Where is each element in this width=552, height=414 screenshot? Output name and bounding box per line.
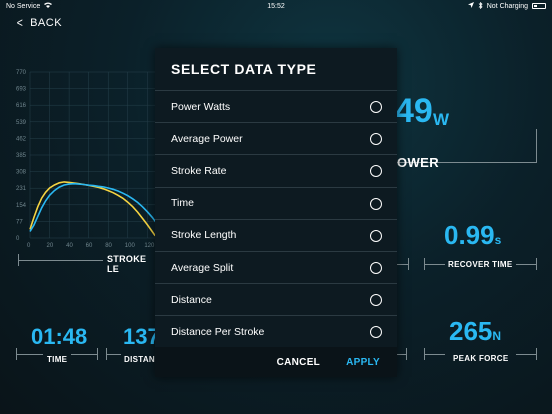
y-tick-label: 539 [16, 120, 27, 126]
divider-line [19, 260, 103, 261]
option-average-power[interactable]: Average Power [155, 122, 397, 154]
distance-label: DISTAN [124, 355, 155, 364]
dialog-title: SELECT DATA TYPE [171, 61, 317, 77]
charging-status: Not Charging [486, 2, 528, 10]
y-tick-label: 693 [16, 87, 27, 93]
battery-icon [532, 3, 546, 9]
power-label: OWER [397, 155, 440, 170]
peak-force-value-wrap: 265N [449, 316, 501, 347]
series-line-1 [29, 181, 156, 237]
back-label: BACK [30, 16, 63, 29]
x-tick-label: 100 [125, 243, 136, 249]
option-label: Distance [171, 293, 212, 306]
carrier-label: No Service [6, 2, 41, 10]
x-tick-label: 0 [27, 243, 31, 249]
status-bar: No Service 15:52 Not Charging [0, 0, 552, 12]
time-value: 01:48 [31, 324, 88, 349]
stroke-chart: 0 77 154 231 308 385 462 539 616 693 770 0 20 40 60 80 1… [14, 62, 164, 262]
recover-time-unit: s [494, 233, 502, 247]
y-tick-label: 616 [16, 103, 27, 109]
option-label: Average Split [171, 261, 234, 274]
frame-line-right [397, 264, 409, 265]
option-label: Time [171, 197, 194, 210]
chevron-left-icon: < [16, 15, 24, 30]
data-type-options: Power Watts Average Power Stroke Rate Ti… [155, 90, 397, 347]
frame-line-left [425, 264, 445, 265]
radio-button[interactable] [370, 197, 382, 210]
frame-line-right [516, 264, 536, 265]
time-label: TIME [47, 355, 68, 364]
x-tick-label: 80 [105, 243, 112, 249]
option-label: Power Watts [171, 100, 231, 113]
apply-button[interactable]: APPLY [346, 357, 380, 368]
peak-force-unit: N [492, 329, 502, 343]
option-distance[interactable]: Distance [155, 283, 397, 315]
recover-time-value-wrap: 0.99s [444, 220, 501, 251]
frame-line-left [17, 354, 43, 355]
radio-button[interactable] [370, 326, 382, 339]
option-time[interactable]: Time [155, 186, 397, 219]
y-tick-label: 77 [16, 219, 23, 225]
frame-line-right [516, 354, 536, 355]
recover-time-label: RECOVER TIME [448, 260, 513, 269]
recover-time-value: 0.99 [444, 220, 495, 250]
option-power-watts[interactable]: Power Watts [155, 90, 397, 122]
y-tick-label: 154 [16, 203, 27, 209]
option-average-split[interactable]: Average Split [155, 250, 397, 283]
option-distance-per-stroke[interactable]: Distance Per Stroke [155, 315, 397, 347]
radio-button[interactable] [370, 165, 382, 178]
x-tick-label: 120 [144, 243, 155, 249]
back-button[interactable]: < BACK [16, 16, 62, 29]
option-label: Average Power [171, 132, 243, 145]
power-value: 49 [395, 92, 433, 130]
x-tick-label: 60 [86, 243, 93, 249]
radio-button[interactable] [370, 101, 382, 113]
frame-line-left [425, 354, 445, 355]
stroke-chart-svg: 0 77 154 231 308 385 462 539 616 693 770 0 20 40 60 80 1… [16, 70, 162, 249]
stroke-chart-label: STROKE LE [107, 254, 147, 274]
option-label: Stroke Rate [171, 164, 227, 177]
cancel-button[interactable]: CANCEL [277, 357, 320, 368]
frame-line-left [107, 354, 121, 355]
y-tick-label: 462 [16, 136, 27, 142]
option-label: Distance Per Stroke [171, 325, 265, 338]
x-tick-label: 40 [66, 243, 73, 249]
stroke-chart-label-frame: STROKE LE [18, 254, 158, 274]
wifi-icon [44, 2, 53, 10]
frame-line-right [397, 354, 407, 355]
option-stroke-length[interactable]: Stroke Length [155, 218, 397, 251]
option-label: Stroke Length [171, 229, 237, 242]
radio-button[interactable] [370, 261, 382, 274]
y-tick-label: 231 [16, 186, 27, 192]
radio-button[interactable] [370, 294, 382, 307]
y-tick-label: 385 [16, 153, 27, 159]
frame-line-right [71, 354, 97, 355]
select-data-type-dialog: SELECT DATA TYPE Power Watts Average Pow… [155, 48, 397, 377]
radio-button[interactable] [370, 229, 382, 242]
location-icon [467, 2, 474, 10]
x-tick-label: 20 [47, 243, 54, 249]
stroke-label-frame-right [397, 258, 409, 270]
bluetooth-icon [478, 1, 483, 11]
radio-button[interactable] [370, 133, 382, 146]
y-tick-label: 0 [16, 236, 20, 242]
distance-frame-right [397, 348, 407, 360]
option-stroke-rate[interactable]: Stroke Rate [155, 154, 397, 186]
peak-force-value: 265 [449, 316, 493, 346]
dialog-footer: CANCEL APPLY [155, 347, 397, 377]
power-unit: W [433, 110, 450, 129]
y-tick-label: 770 [16, 70, 27, 76]
y-tick-label: 308 [16, 170, 27, 176]
peak-force-label: PEAK FORCE [453, 354, 509, 363]
